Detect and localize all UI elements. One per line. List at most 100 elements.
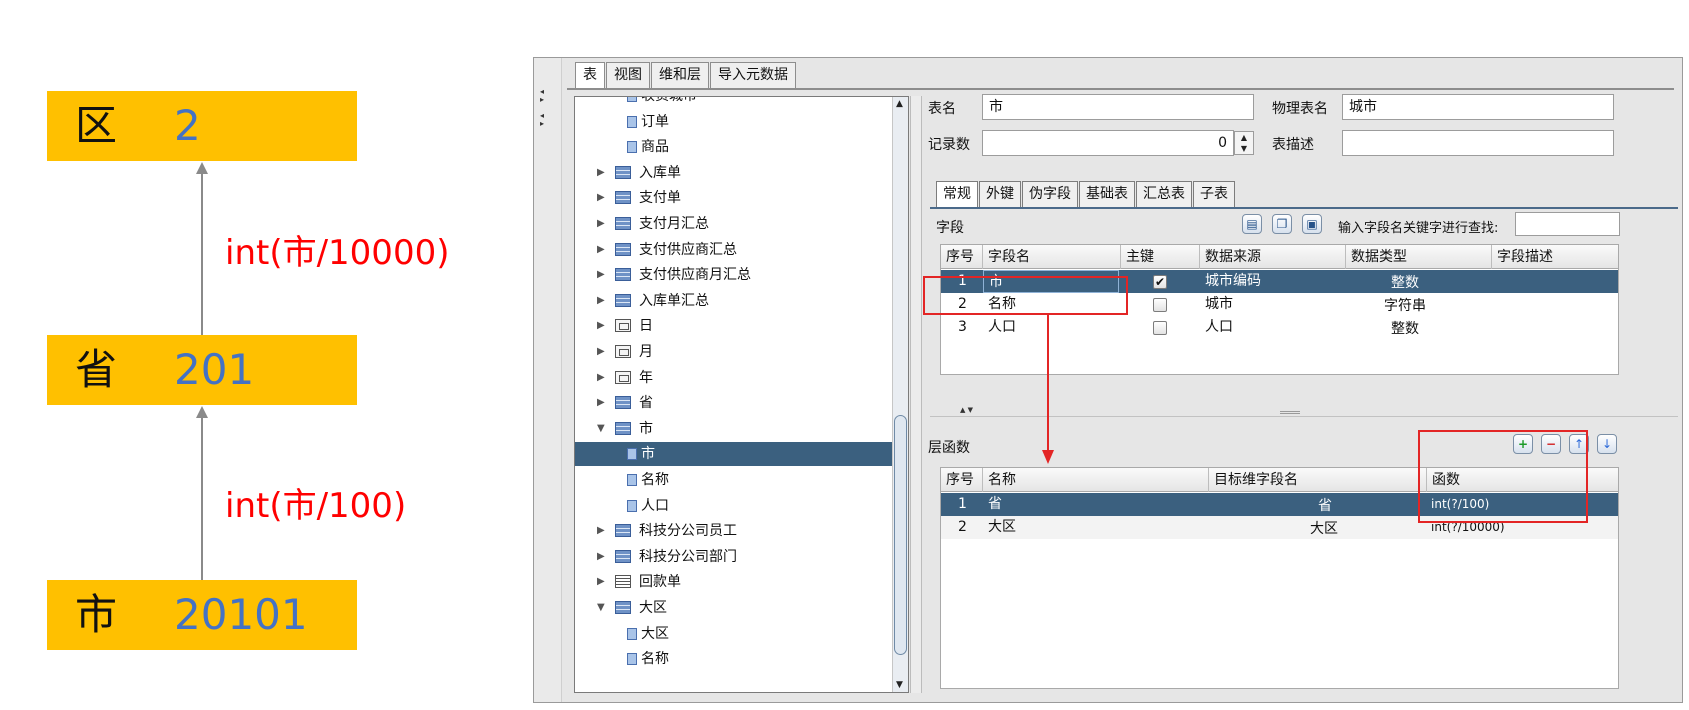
- expand-right-icon[interactable]: ▶: [597, 263, 605, 287]
- tree-item[interactable]: 名称: [575, 468, 892, 492]
- col-header-target-field[interactable]: 目标维字段名: [1209, 468, 1427, 492]
- add-field-icon[interactable]: ▤: [1242, 214, 1262, 234]
- tree-item[interactable]: ▶ 科技分公司部门: [575, 545, 892, 569]
- expand-right-icon[interactable]: ▶: [597, 366, 605, 390]
- tree-item[interactable]: 收货城市: [575, 97, 892, 108]
- paste-field-icon[interactable]: ▣: [1302, 214, 1322, 234]
- tree-item[interactable]: ▶ 日: [575, 314, 892, 338]
- arrow-up-icon: [196, 406, 208, 418]
- field-icon: [627, 97, 637, 102]
- field-icon: [627, 653, 637, 666]
- tree-item[interactable]: ▶ 回款单: [575, 570, 892, 594]
- move-down-icon[interactable]: ↓: [1597, 434, 1617, 454]
- tree-scrollbar[interactable]: ▲ ▼: [892, 97, 908, 692]
- tree-item[interactable]: ▶ 月: [575, 340, 892, 364]
- tab-dimension-layer[interactable]: 维和层: [651, 62, 709, 88]
- tree-item[interactable]: 人口: [575, 494, 892, 518]
- cell-data-source: 人口: [1205, 319, 1233, 335]
- sub-tab-bar: 常规 外键 伪字段 基础表 汇总表 子表: [936, 181, 1236, 207]
- col-header-no[interactable]: 序号: [941, 245, 983, 269]
- tree-item[interactable]: ▶ 年: [575, 366, 892, 390]
- table-desc-field[interactable]: [1342, 130, 1614, 156]
- col-header-name[interactable]: 名称: [983, 468, 1209, 492]
- tree-item-label: 入库单: [639, 164, 681, 181]
- tab-base-table[interactable]: 基础表: [1079, 181, 1135, 207]
- primary-key-checkbox[interactable]: ✔: [1153, 275, 1167, 289]
- tree-item[interactable]: 名称: [575, 647, 892, 671]
- col-header-primary-key[interactable]: 主键: [1121, 245, 1200, 269]
- physical-name-field[interactable]: 城市: [1342, 94, 1614, 120]
- col-header-data-type[interactable]: 数据类型: [1346, 245, 1492, 269]
- section-divider[interactable]: ▲ ▼: [930, 406, 1678, 417]
- tab-view[interactable]: 视图: [606, 62, 650, 88]
- expand-right-icon[interactable]: ▶: [597, 519, 605, 543]
- tree-item[interactable]: ▶ 入库单汇总: [575, 289, 892, 313]
- copy-field-icon[interactable]: ❐: [1272, 214, 1292, 234]
- tree-item[interactable]: ▼ 市: [575, 417, 892, 441]
- tab-table[interactable]: 表: [575, 62, 605, 88]
- expand-right-icon[interactable]: ▶: [597, 212, 605, 236]
- tree-item[interactable]: ▶ 科技分公司员工: [575, 519, 892, 543]
- table-desc-label: 表描述: [1272, 137, 1314, 153]
- table-icon: [615, 268, 631, 282]
- expand-right-icon[interactable]: ▶: [597, 340, 605, 364]
- record-count-field[interactable]: 0: [982, 130, 1234, 156]
- scroll-down-icon[interactable]: ▼: [896, 680, 903, 690]
- tree-item-label: 名称: [641, 472, 669, 488]
- expand-right-icon[interactable]: ▶: [597, 391, 605, 415]
- table-icon: [615, 524, 631, 538]
- tree-item[interactable]: 市: [575, 442, 892, 467]
- tree-item[interactable]: ▶ 支付供应商月汇总: [575, 263, 892, 287]
- tree-item[interactable]: ▶ 入库单: [575, 161, 892, 185]
- primary-key-checkbox[interactable]: [1153, 298, 1167, 312]
- col-header-field-name[interactable]: 字段名: [983, 245, 1121, 269]
- record-count-spinner[interactable]: ▲ ▼: [1234, 131, 1254, 155]
- col-header-data-source[interactable]: 数据来源: [1200, 245, 1346, 269]
- tab-foreign-key[interactable]: 外键: [979, 181, 1021, 207]
- annotation-line: [1047, 315, 1049, 450]
- primary-key-checkbox[interactable]: [1153, 321, 1167, 335]
- expand-down-icon[interactable]: ▼: [597, 596, 605, 620]
- table-row[interactable]: 3 人口 人口 整数: [941, 316, 1618, 339]
- expand-right-icon[interactable]: ▶: [597, 545, 605, 569]
- tab-sub-table[interactable]: 子表: [1193, 181, 1235, 207]
- expand-right-icon[interactable]: ▶: [597, 289, 605, 313]
- collapse-arrows-icon[interactable]: ◂ ▸ ◂ ▸: [540, 88, 544, 128]
- expand-right-icon[interactable]: ▶: [597, 314, 605, 338]
- divider-grip[interactable]: [1280, 411, 1300, 414]
- vertical-splitter[interactable]: [910, 96, 922, 693]
- tree-item[interactable]: ▶ 支付月汇总: [575, 212, 892, 236]
- tree-item-label: 支付供应商月汇总: [639, 267, 751, 284]
- expand-right-icon[interactable]: ▶: [597, 570, 605, 594]
- table-tree[interactable]: 收货城市 订单 商品 ▶ 入库单 ▶ 支付单 ▶ 支付月汇总 ▶ 支付供应商汇总 ▶ 支付供应商月汇总 ▶…: [574, 96, 909, 693]
- col-header-no[interactable]: 序号: [941, 468, 983, 492]
- tree-item[interactable]: ▶ 支付供应商汇总: [575, 238, 892, 262]
- expand-right-icon[interactable]: ▶: [597, 186, 605, 210]
- sub-tab-underline: [930, 207, 1678, 209]
- scroll-up-icon[interactable]: ▲: [896, 99, 903, 109]
- collapse-strip[interactable]: ◂ ▸ ◂ ▸: [534, 58, 562, 702]
- level-box-region: 区 2: [47, 91, 357, 161]
- field-search-input[interactable]: [1515, 212, 1620, 236]
- tab-import-metadata[interactable]: 导入元数据: [710, 62, 796, 88]
- tab-summary-table[interactable]: 汇总表: [1136, 181, 1192, 207]
- tree-item[interactable]: ▶ 省: [575, 391, 892, 415]
- tree-item-label: 名称: [641, 651, 669, 668]
- scroll-thumb[interactable]: [894, 415, 907, 655]
- tree-item-label: 市: [639, 420, 653, 437]
- table-icon: [615, 165, 631, 179]
- divider-arrows-icon[interactable]: ▲ ▼: [960, 406, 973, 414]
- tree-item[interactable]: 大区: [575, 622, 892, 646]
- tree-item[interactable]: ▼ 大区: [575, 596, 892, 620]
- tree-item[interactable]: 商品: [575, 135, 892, 159]
- col-header-field-desc[interactable]: 字段描述: [1492, 245, 1618, 269]
- expand-down-icon[interactable]: ▼: [597, 417, 605, 441]
- field-icon: [627, 141, 637, 154]
- tree-item[interactable]: 订单: [575, 110, 892, 134]
- tab-general[interactable]: 常规: [936, 181, 978, 207]
- table-name-field[interactable]: 市: [982, 94, 1254, 120]
- expand-right-icon[interactable]: ▶: [597, 238, 605, 262]
- tab-pseudo-field[interactable]: 伪字段: [1022, 181, 1078, 207]
- tree-item[interactable]: ▶ 支付单: [575, 186, 892, 210]
- expand-right-icon[interactable]: ▶: [597, 161, 605, 185]
